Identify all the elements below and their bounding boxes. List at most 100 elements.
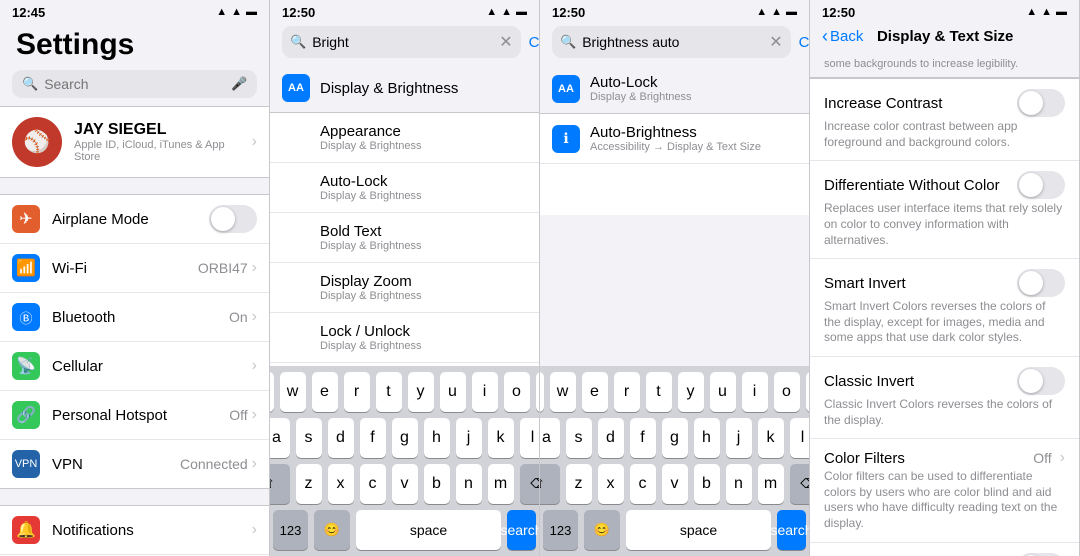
key-n[interactable]: n (456, 464, 482, 504)
cancel-button-2[interactable]: Cancel (529, 34, 540, 51)
key-o-3[interactable]: o (774, 372, 800, 412)
differentiate-color-toggle[interactable] (1017, 171, 1065, 199)
key-k[interactable]: k (488, 418, 514, 458)
key-g-3[interactable]: g (662, 418, 688, 458)
search-field-2[interactable]: 🔍 ✕ (282, 26, 521, 58)
result-autolock-3[interactable]: AA Auto-Lock Display & Brightness (540, 64, 809, 114)
key-s[interactable]: s (296, 418, 322, 458)
cancel-button-3[interactable]: Cancel (799, 34, 810, 51)
result-display-zoom[interactable]: Display Zoom Display & Brightness (270, 263, 539, 313)
key-emoji-2[interactable]: 😊 (314, 510, 350, 550)
reduce-white-point-toggle[interactable] (1017, 553, 1065, 556)
search-input-3[interactable] (582, 34, 763, 50)
key-t[interactable]: t (376, 372, 402, 412)
result-bold-text[interactable]: Bold Text Display & Brightness (270, 213, 539, 263)
key-h-3[interactable]: h (694, 418, 720, 458)
row-reduce-white-point[interactable]: Reduce White Point Reduce the intensity … (810, 543, 1079, 556)
key-search-2[interactable]: search (507, 510, 536, 550)
key-i-3[interactable]: i (742, 372, 768, 412)
result-lock-unlock[interactable]: Lock / Unlock Display & Brightness (270, 313, 539, 363)
row-cellular[interactable]: 📡 Cellular › (0, 342, 269, 391)
result-autolock[interactable]: Auto-Lock Display & Brightness (270, 163, 539, 213)
back-button[interactable]: ‹ Back (822, 26, 863, 47)
key-v-3[interactable]: v (662, 464, 688, 504)
key-space-3[interactable]: space (626, 510, 771, 550)
key-x-3[interactable]: x (598, 464, 624, 504)
row-wifi[interactable]: 📶 Wi-Fi ORBI47 › (0, 244, 269, 293)
key-d-3[interactable]: d (598, 418, 624, 458)
key-s-3[interactable]: s (566, 418, 592, 458)
key-o[interactable]: o (504, 372, 530, 412)
row-airplane[interactable]: ✈ Airplane Mode (0, 195, 269, 244)
key-q-3[interactable]: q (540, 372, 544, 412)
key-n-3[interactable]: n (726, 464, 752, 504)
key-z-3[interactable]: z (566, 464, 592, 504)
key-e-3[interactable]: e (582, 372, 608, 412)
row-differentiate-color[interactable]: Differentiate Without Color Replaces use… (810, 161, 1079, 259)
row-notifications[interactable]: 🔔 Notifications › (0, 506, 269, 555)
key-f-3[interactable]: f (630, 418, 656, 458)
clear-button-3[interactable]: ✕ (769, 32, 782, 52)
key-shift-3[interactable]: ⇧ (540, 464, 560, 504)
key-123-2[interactable]: 123 (273, 510, 308, 550)
result-auto-brightness[interactable]: ℹ Auto-Brightness Accessibility → Displa… (540, 114, 809, 164)
key-a-3[interactable]: a (540, 418, 560, 458)
key-c[interactable]: c (360, 464, 386, 504)
key-j[interactable]: j (456, 418, 482, 458)
key-g[interactable]: g (392, 418, 418, 458)
settings-search-bar[interactable]: 🔍 🎤 (12, 70, 257, 98)
key-emoji-3[interactable]: 😊 (584, 510, 620, 550)
key-v[interactable]: v (392, 464, 418, 504)
key-k-3[interactable]: k (758, 418, 784, 458)
row-color-filters[interactable]: Color Filters Off › Color filters can be… (810, 439, 1079, 542)
key-shift[interactable]: ⇧ (270, 464, 290, 504)
key-delete-3[interactable]: ⌫ (790, 464, 811, 504)
key-j-3[interactable]: j (726, 418, 752, 458)
key-r-3[interactable]: r (614, 372, 640, 412)
key-u-3[interactable]: u (710, 372, 736, 412)
key-d[interactable]: d (328, 418, 354, 458)
key-t-3[interactable]: t (646, 372, 672, 412)
airplane-toggle[interactable] (209, 205, 257, 233)
key-q[interactable]: q (270, 372, 274, 412)
key-f[interactable]: f (360, 418, 386, 458)
key-l[interactable]: l (520, 418, 541, 458)
key-search-3[interactable]: search (777, 510, 806, 550)
key-c-3[interactable]: c (630, 464, 656, 504)
classic-invert-toggle[interactable] (1017, 367, 1065, 395)
row-vpn[interactable]: VPN VPN Connected › (0, 440, 269, 488)
key-w[interactable]: w (280, 372, 306, 412)
key-a[interactable]: a (270, 418, 290, 458)
key-x[interactable]: x (328, 464, 354, 504)
clear-button-2[interactable]: ✕ (499, 32, 512, 52)
key-r[interactable]: r (344, 372, 370, 412)
row-bluetooth[interactable]: Ⓑ Bluetooth On › (0, 293, 269, 342)
key-b-3[interactable]: b (694, 464, 720, 504)
key-delete[interactable]: ⌫ (520, 464, 541, 504)
key-u[interactable]: u (440, 372, 466, 412)
result-appearance[interactable]: Appearance Display & Brightness (270, 113, 539, 163)
increase-contrast-toggle[interactable] (1017, 89, 1065, 117)
key-b[interactable]: b (424, 464, 450, 504)
key-z[interactable]: z (296, 464, 322, 504)
key-e[interactable]: e (312, 372, 338, 412)
key-y[interactable]: y (408, 372, 434, 412)
key-y-3[interactable]: y (678, 372, 704, 412)
key-l-3[interactable]: l (790, 418, 811, 458)
key-space-2[interactable]: space (356, 510, 501, 550)
key-h[interactable]: h (424, 418, 450, 458)
search-field-3[interactable]: 🔍 ✕ (552, 26, 791, 58)
row-classic-invert[interactable]: Classic Invert Classic Invert Colors rev… (810, 357, 1079, 439)
row-increase-contrast[interactable]: Increase Contrast Increase color contras… (810, 79, 1079, 161)
key-123-3[interactable]: 123 (543, 510, 578, 550)
row-smart-invert[interactable]: Smart Invert Smart Invert Colors reverse… (810, 259, 1079, 357)
settings-search-input[interactable] (44, 76, 225, 92)
search-input-2[interactable] (312, 34, 493, 50)
key-w-3[interactable]: w (550, 372, 576, 412)
result-display-brightness[interactable]: AA Display & Brightness (270, 64, 539, 113)
profile-row[interactable]: ⚾ JAY SIEGEL Apple ID, iCloud, iTunes & … (0, 106, 269, 178)
key-m-3[interactable]: m (758, 464, 784, 504)
smart-invert-toggle[interactable] (1017, 269, 1065, 297)
key-i[interactable]: i (472, 372, 498, 412)
key-m[interactable]: m (488, 464, 514, 504)
